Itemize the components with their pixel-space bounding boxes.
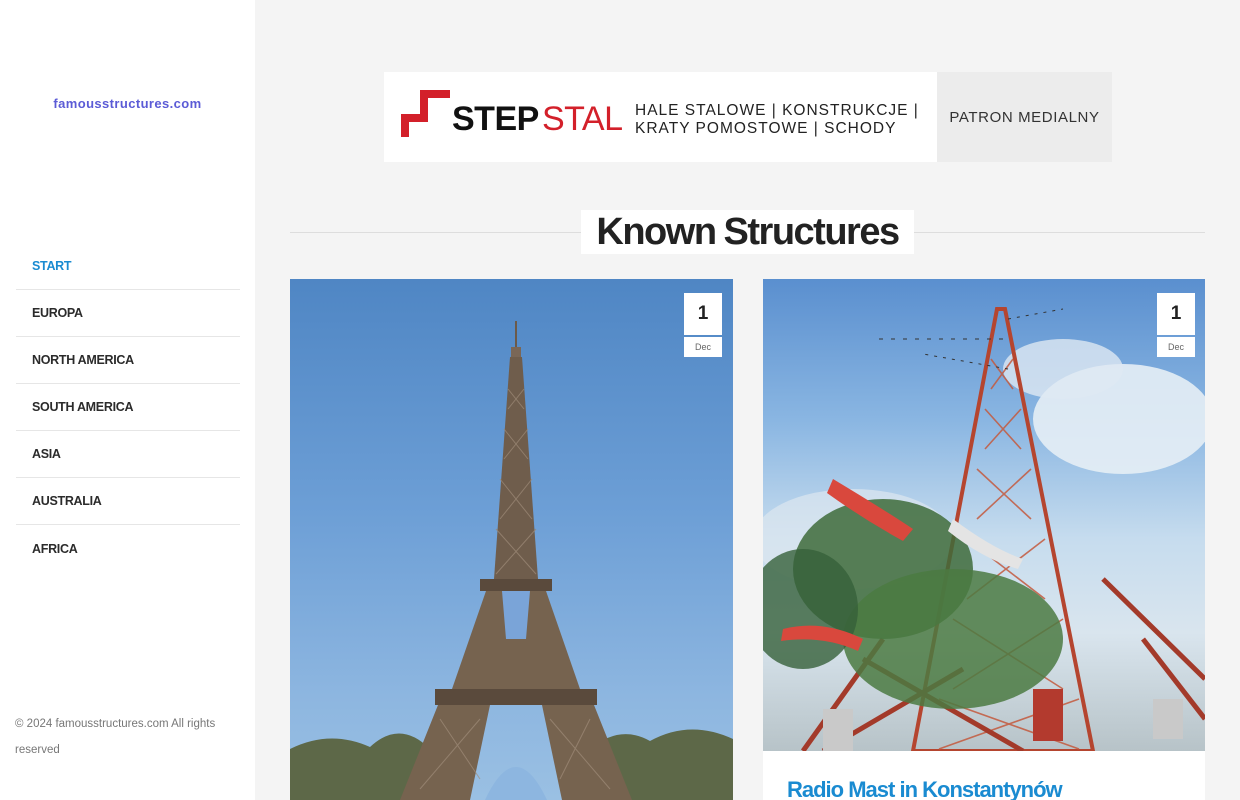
nav-item-label: EUROPA [32,306,83,320]
brand-stal-text: STAL [542,100,623,138]
brand-step-text: STEP [452,100,539,138]
ad-line-2: KRATY POMOSTOWE | SCHODY [635,120,897,137]
copyright-text: © 2024 famousstructures.com All rights r… [15,718,216,756]
nav-item-label: SOUTH AMERICA [32,400,134,414]
stepstal-ad[interactable]: STEP STAL HALE STALOWE | KONSTRUKCJE | K… [384,72,937,162]
radio-mast-illustration [763,307,1205,751]
post-date-month: Dec [684,337,722,357]
post-date-day: 1 [684,293,722,335]
nav-item-north-america[interactable]: NORTH AMERICA [16,337,240,384]
site-logo[interactable]: famousstructures.com [0,96,255,111]
nav-item-africa[interactable]: AFRICA [16,525,240,572]
section-title: Known Structures [581,210,914,254]
nav-item-start[interactable]: START [16,243,240,290]
nav-item-asia[interactable]: ASIA [16,431,240,478]
nav-item-south-america[interactable]: SOUTH AMERICA [16,384,240,431]
nav-item-europa[interactable]: EUROPA [16,290,240,337]
post-date-badge: 1 Dec [684,293,722,357]
nav-item-australia[interactable]: AUSTRALIA [16,478,240,525]
stepstal-logo-icon [401,90,450,137]
patron-medialny-label: PATRON MEDIALNY [937,72,1112,162]
nav-item-label: AUSTRALIA [32,494,102,508]
radio-mast-image [763,279,1205,751]
post-date-badge: 1 Dec [1157,293,1195,357]
nav-item-label: START [32,259,72,273]
post-card-eiffel[interactable]: 1 Dec [290,279,733,800]
section-title-bold: Structures [723,210,901,253]
sidebar: famousstructures.com START EUROPA NORTH … [0,0,255,800]
ad-banner: STEP STAL HALE STALOWE | KONSTRUKCJE | K… [384,72,1112,162]
main-nav: START EUROPA NORTH AMERICA SOUTH AMERICA… [16,243,240,572]
nav-item-label: AFRICA [32,541,78,556]
section-title-light: Known [596,210,717,253]
nav-item-label: NORTH AMERICA [32,353,134,367]
post-card-radio-mast[interactable]: 1 Dec Radio Mast in Konstantynów [763,279,1205,800]
post-title-link[interactable]: Radio Mast in Konstantynów [787,777,1063,800]
post-date-month: Dec [1157,337,1195,357]
ad-line-1: HALE STALOWE | KONSTRUKCJE | [635,102,919,119]
post-date-day: 1 [1157,293,1195,335]
nav-item-label: ASIA [32,447,61,461]
eiffel-tower-image [290,321,733,800]
